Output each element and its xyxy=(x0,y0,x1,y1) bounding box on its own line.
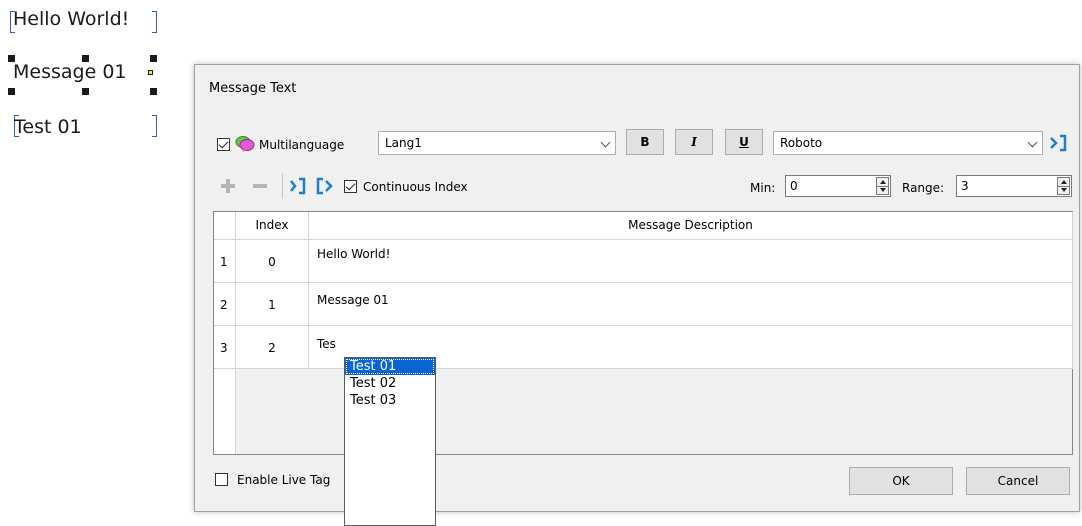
description-cell[interactable]: Message 01 xyxy=(309,283,1073,326)
canvas-text-label: Hello World! xyxy=(13,8,130,30)
range-spinbox[interactable]: 3 xyxy=(956,175,1072,197)
extract-tag-icon[interactable] xyxy=(316,177,336,195)
autocomplete-list[interactable]: Test 01 Test 02 Test 03 xyxy=(344,357,436,526)
ok-button[interactable]: OK xyxy=(849,467,953,495)
message-text-dialog: Message Text Multilanguage Lang1 B I U R… xyxy=(194,64,1080,512)
dialog-title: Message Text xyxy=(209,81,297,96)
speech-bubble-icon xyxy=(235,135,255,153)
column-header-index[interactable]: Index xyxy=(236,212,309,240)
language-select-value: Lang1 xyxy=(385,136,422,150)
autocomplete-item[interactable]: Test 02 xyxy=(345,375,435,392)
resize-handle[interactable] xyxy=(150,55,157,62)
selection-bracket-right xyxy=(152,11,157,33)
remove-icon[interactable] xyxy=(251,177,269,195)
resize-handle[interactable] xyxy=(8,88,15,95)
add-icon[interactable] xyxy=(219,177,237,195)
link-tag-icon[interactable] xyxy=(1048,133,1070,153)
min-label: Min: xyxy=(750,181,776,195)
autocomplete-item[interactable]: Test 03 xyxy=(345,392,435,409)
resize-handle[interactable] xyxy=(82,55,89,62)
row-number: 1 xyxy=(214,240,236,283)
multilanguage-checkbox[interactable] xyxy=(217,138,230,151)
insert-tag-icon[interactable] xyxy=(289,177,309,195)
row-number: 3 xyxy=(214,326,236,369)
autocomplete-item[interactable]: Test 01 xyxy=(345,358,435,375)
chevron-down-icon xyxy=(600,137,611,148)
selection-bracket-right xyxy=(152,115,157,137)
row-number: 2 xyxy=(214,283,236,326)
bold-button[interactable]: B xyxy=(626,129,664,155)
index-cell[interactable]: 1 xyxy=(236,283,309,326)
spin-arrows-icon[interactable] xyxy=(876,177,889,195)
enable-live-tag-checkbox[interactable] xyxy=(215,473,228,486)
font-select[interactable]: Roboto xyxy=(773,131,1043,155)
canvas-text-label: Test 01 xyxy=(14,116,82,138)
resize-handle[interactable] xyxy=(148,70,153,75)
enable-live-tag-label: Enable Live Tag xyxy=(237,473,331,487)
canvas-text-label: Message 01 xyxy=(13,61,127,83)
index-cell[interactable]: 0 xyxy=(236,240,309,283)
index-cell[interactable]: 2 xyxy=(236,326,309,369)
resize-handle[interactable] xyxy=(82,88,89,95)
message-table: Index Message Description 1 0 Hello Worl… xyxy=(213,211,1073,455)
spin-arrows-icon[interactable] xyxy=(1057,177,1070,195)
continuous-index-checkbox[interactable] xyxy=(344,180,357,193)
range-label: Range: xyxy=(902,181,945,195)
underline-button[interactable]: U xyxy=(725,129,763,155)
cancel-button[interactable]: Cancel xyxy=(966,467,1070,495)
italic-button[interactable]: I xyxy=(675,129,713,155)
range-value: 3 xyxy=(961,179,969,193)
column-header-description[interactable]: Message Description xyxy=(309,212,1073,240)
table-corner xyxy=(214,212,236,240)
min-value: 0 xyxy=(790,179,798,193)
row-header-filler xyxy=(214,369,236,454)
multilanguage-label: Multilanguage xyxy=(259,138,345,152)
continuous-index-label: Continuous Index xyxy=(363,180,468,194)
resize-handle[interactable] xyxy=(150,88,157,95)
resize-handle[interactable] xyxy=(8,55,15,62)
language-select[interactable]: Lang1 xyxy=(378,131,616,155)
toolbar-separator xyxy=(282,173,283,199)
min-spinbox[interactable]: 0 xyxy=(785,175,891,197)
chevron-down-icon xyxy=(1027,137,1038,148)
font-select-value: Roboto xyxy=(780,136,823,150)
description-cell[interactable]: Hello World! xyxy=(309,240,1073,283)
